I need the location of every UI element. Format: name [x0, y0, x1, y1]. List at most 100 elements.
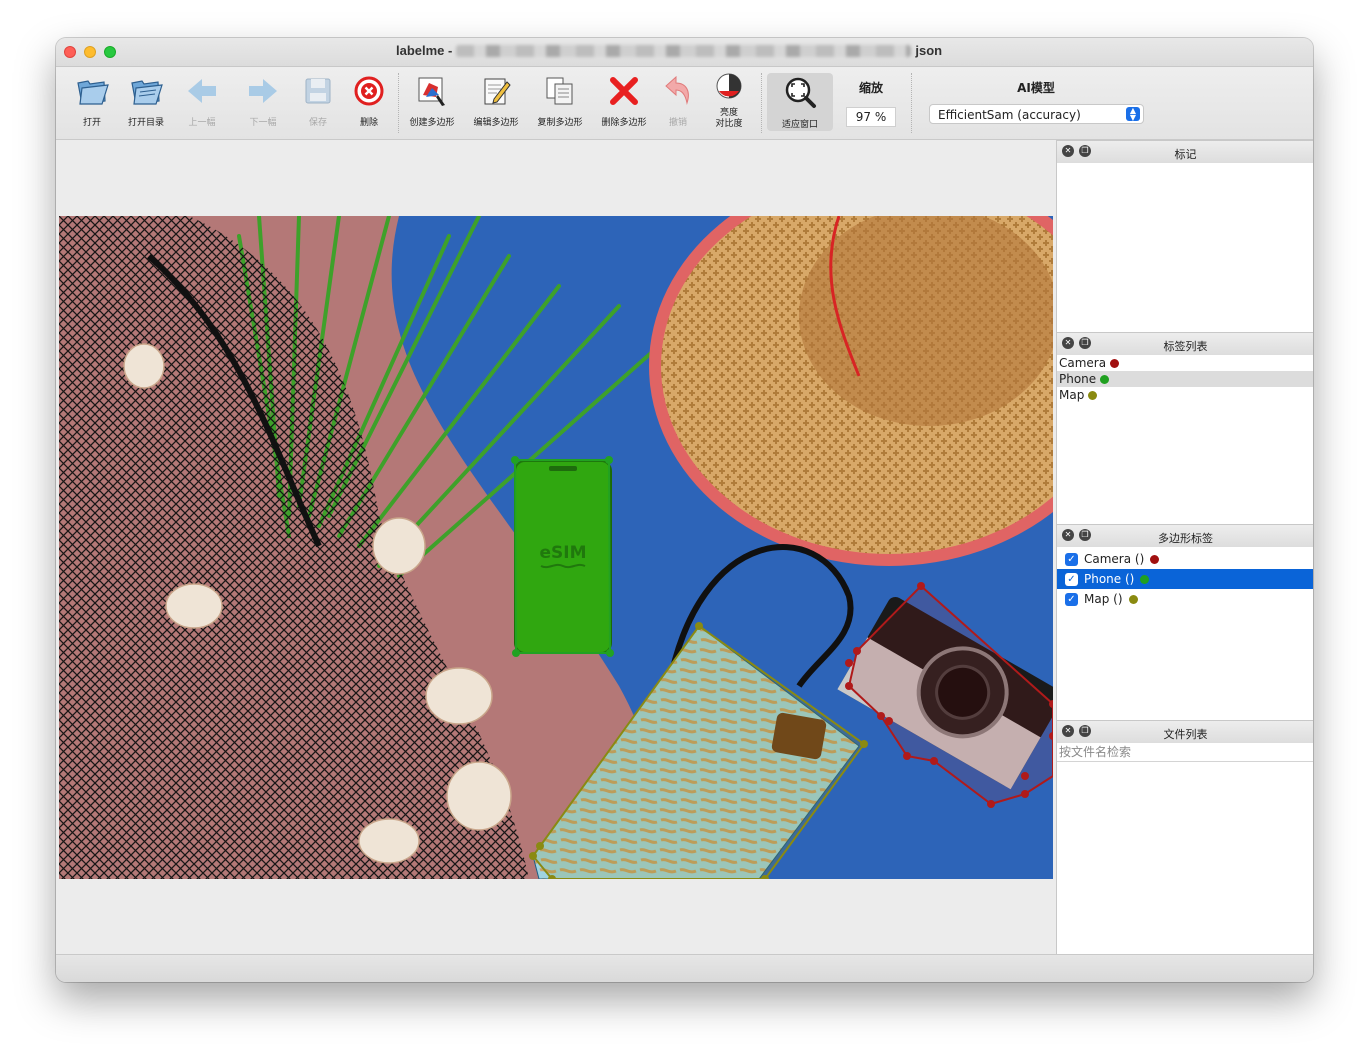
undo-arrow-icon	[665, 75, 689, 105]
open-dir-button[interactable]: 打开目录	[118, 71, 174, 133]
minimize-window-button[interactable]	[84, 46, 96, 58]
file-search-input[interactable]: 按文件名检索	[1057, 743, 1313, 762]
polygon-item-text: Camera ()	[1084, 552, 1145, 566]
save-button[interactable]: 保存	[290, 71, 346, 133]
fit-window-button[interactable]: 适应窗口	[767, 73, 833, 131]
copy-polygon-button[interactable]: 复制多边形	[532, 71, 588, 133]
prev-label: 上一幅	[188, 118, 216, 128]
polygon-labels-list: ✓ Camera () ✓ Phone () ✓ Map ()	[1057, 547, 1313, 720]
open-dir-icon	[131, 80, 163, 105]
label-text: Camera	[1059, 356, 1107, 370]
close-window-button[interactable]	[64, 46, 76, 58]
undo-button[interactable]: 撤销	[650, 71, 706, 133]
delete-label: 删除	[359, 118, 378, 128]
arrow-right-icon	[249, 79, 277, 103]
polygon-labels-dock-header: ✕ ❐ 多边形标签	[1057, 524, 1313, 548]
flags-list	[1057, 163, 1313, 332]
edit-pencil-icon	[484, 78, 511, 105]
next-image-button[interactable]: 下一幅	[235, 71, 291, 133]
chevron-updown-icon: ▲ ▼	[1126, 107, 1140, 122]
edit-polygon-button[interactable]: 编辑多边形	[468, 71, 524, 133]
label-list-dock-header: ✕ ❐ 标签列表	[1057, 332, 1313, 356]
phone-polygon[interactable]	[511, 456, 614, 657]
label-text: Phone	[1059, 372, 1097, 386]
delete-polygon-button[interactable]: 删除多边形	[596, 71, 652, 133]
open-label: 打开	[82, 118, 101, 128]
create-polygon-label: 创建多边形	[409, 118, 455, 128]
edit-polygon-label: 编辑多边形	[473, 118, 519, 128]
open-dir-label: 打开目录	[127, 118, 164, 128]
arrow-left-icon	[188, 79, 216, 103]
polygon-color-dot	[1140, 574, 1150, 584]
create-polygon-button[interactable]: 创建多边形	[404, 71, 460, 133]
brightness-icon	[716, 73, 742, 99]
polygon-labels-dock-title: 多边形标签	[1158, 532, 1213, 545]
open-button[interactable]: 打开	[64, 71, 120, 133]
title-bar: labelme - json	[56, 38, 1313, 67]
delete-file-button[interactable]: 删除	[341, 71, 397, 133]
label-list-item-camera[interactable]: Camera	[1057, 355, 1313, 371]
fit-window-icon	[785, 77, 816, 108]
open-folder-icon	[77, 80, 109, 105]
flags-dock-title: 标记	[1174, 148, 1197, 161]
toolbar-separator	[761, 73, 762, 133]
polygon-item-map[interactable]: ✓ Map ()	[1057, 589, 1313, 609]
polygon-item-camera[interactable]: ✓ Camera ()	[1057, 549, 1313, 569]
next-label: 下一幅	[249, 118, 277, 128]
checkbox-checked-icon[interactable]: ✓	[1065, 572, 1078, 586]
maximize-window-button[interactable]	[104, 46, 116, 58]
photo-scene: eSIM	[59, 216, 1053, 879]
copy-icon	[546, 77, 573, 105]
file-list: 按文件名检索	[1057, 743, 1313, 954]
zoom-label: 缩放	[858, 81, 883, 95]
toolbar-separator	[911, 73, 912, 133]
ai-model-select[interactable]: EfficientSam (accuracy) ▲ ▼	[929, 104, 1144, 124]
label-text: Map	[1059, 388, 1085, 402]
redacted-filename	[456, 44, 912, 57]
save-label: 保存	[308, 118, 327, 128]
label-color-dot	[1100, 374, 1110, 384]
label-list-item-phone[interactable]: Phone	[1057, 371, 1313, 387]
polygon-item-text: Map ()	[1084, 592, 1123, 606]
flags-dock: ✕ ❐ 标记	[1056, 140, 1313, 332]
brightness-line1: 亮度	[719, 108, 738, 118]
toolbar-separator	[398, 73, 399, 133]
polygon-labels-dock: ✕ ❐ 多边形标签 ✓ Camera () ✓ Phone () ✓ Map (…	[1056, 524, 1313, 720]
image-canvas[interactable]: eSIM	[56, 140, 1056, 954]
annotated-photo: eSIM	[59, 216, 1053, 879]
polygon-color-dot	[1150, 554, 1160, 564]
polygon-item-phone[interactable]: ✓ Phone ()	[1057, 569, 1313, 589]
label-list-dock: ✕ ❐ 标签列表 Camera Phone Map	[1056, 332, 1313, 524]
save-disk-icon	[305, 78, 331, 104]
undo-label: 撤销	[668, 118, 687, 128]
label-list-dock-title: 标签列表	[1163, 340, 1208, 353]
delete-circle-icon	[354, 76, 384, 106]
ai-model-value: EfficientSam (accuracy)	[938, 108, 1081, 122]
file-list-dock: ✕ ❐ 文件列表 按文件名检索	[1056, 720, 1313, 954]
window-title-app: labelme -	[396, 43, 453, 58]
ai-model-label: AI模型	[1017, 81, 1055, 95]
prev-image-button[interactable]: 上一幅	[174, 71, 230, 133]
create-polygon-icon	[418, 77, 445, 106]
label-color-dot	[1110, 358, 1120, 368]
polygon-item-text: Phone ()	[1084, 572, 1135, 586]
window-title: labelme - json	[396, 43, 942, 58]
copy-polygon-label: 复制多边形	[537, 118, 583, 128]
file-list-dock-title: 文件列表	[1163, 728, 1208, 741]
file-list-dock-header: ✕ ❐ 文件列表	[1057, 720, 1313, 744]
fit-window-label: 适应窗口	[781, 120, 818, 130]
zoom-input[interactable]: 97 %	[846, 107, 896, 127]
checkbox-checked-icon[interactable]: ✓	[1065, 552, 1078, 566]
label-list-item-map[interactable]: Map	[1057, 387, 1313, 403]
polygon-color-dot	[1128, 594, 1138, 604]
checkbox-checked-icon[interactable]: ✓	[1065, 592, 1078, 606]
window-title-suffix: json	[915, 43, 943, 58]
brightness-line2: 对比度	[715, 119, 743, 129]
toolbar: 打开 打开目录 上一幅 下一幅 保存 删除 创建多边形 编辑多边形 复制多边形 …	[56, 67, 1313, 140]
label-list: Camera Phone Map	[1057, 355, 1313, 524]
brightness-label: 亮度 对比度	[701, 108, 757, 130]
brightness-contrast-button[interactable]: 亮度 对比度	[701, 71, 757, 133]
labelme-window: labelme - json 打开 打开目录 上一幅 下一幅 保存 删除 创建多…	[56, 38, 1313, 982]
status-bar	[56, 954, 1313, 982]
delete-polygon-label: 删除多边形	[601, 118, 647, 128]
